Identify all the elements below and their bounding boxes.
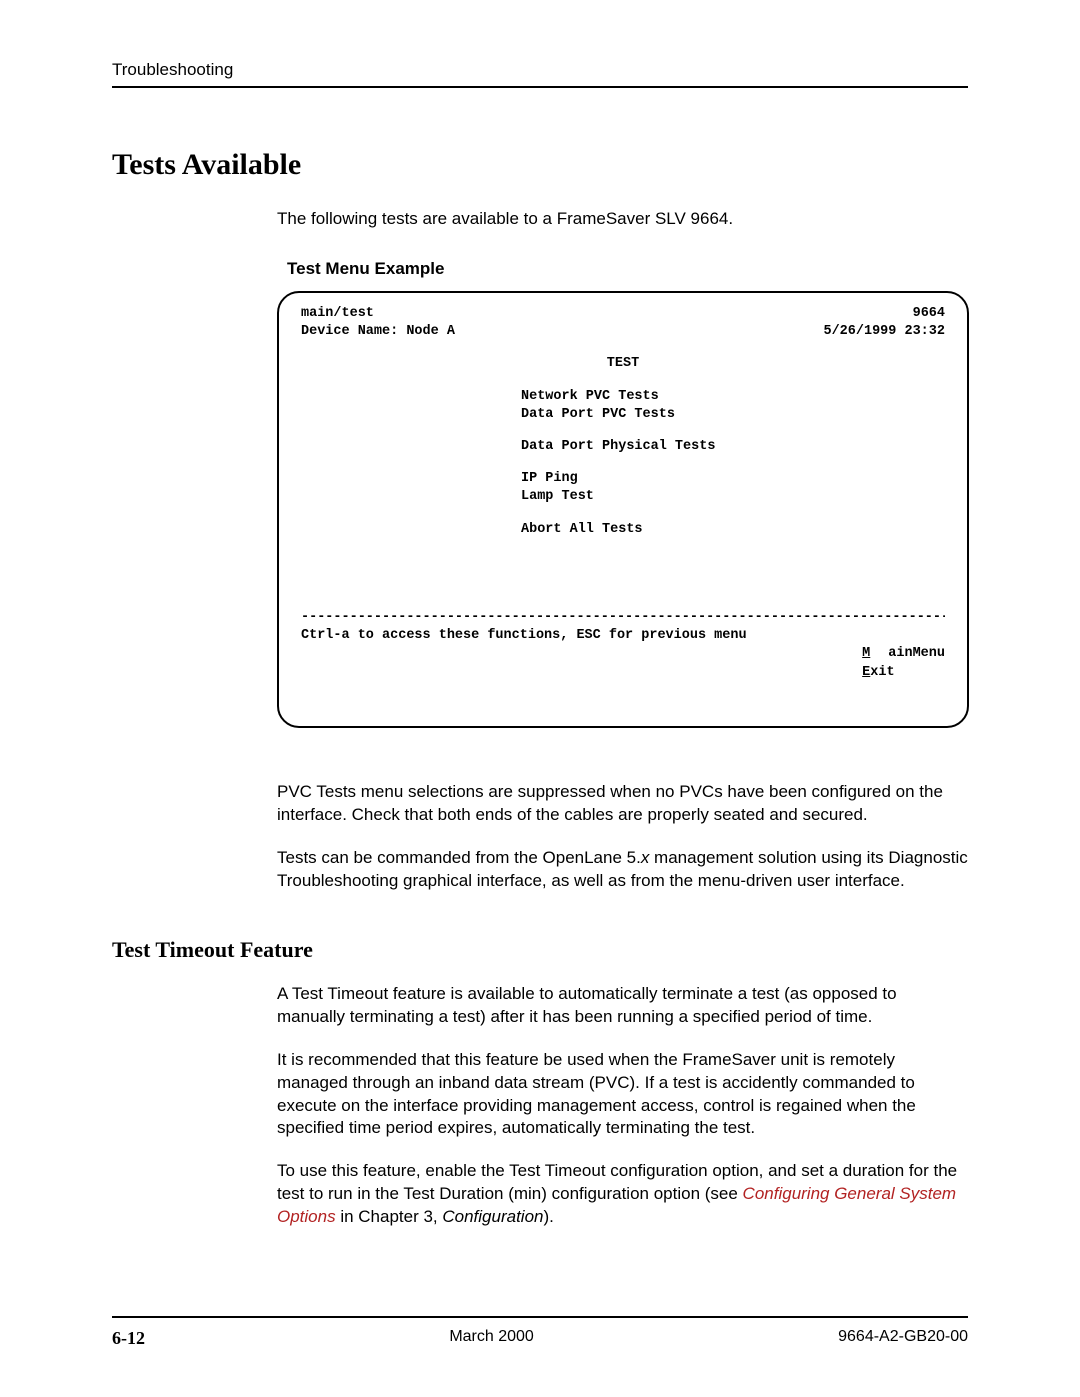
terminal-menu-item: IP Ping [301, 470, 945, 488]
terminal-mainmenu-option: MainMenu [862, 646, 945, 661]
terminal-screen: main/test 9664 Device Name: Node A 5/26/… [277, 291, 969, 728]
terminal-model: 9664 [913, 305, 945, 323]
terminal-menu-item: Data Port PVC Tests [301, 406, 945, 424]
terminal-divider: ----------------------------------------… [301, 609, 945, 627]
running-header: Troubleshooting [112, 60, 968, 88]
terminal-path: main/test [301, 305, 374, 323]
body-paragraph: Tests can be commanded from the OpenLane… [277, 847, 968, 893]
terminal-menu-item: Network PVC Tests [301, 388, 945, 406]
terminal-exit-option: Exit [862, 665, 894, 680]
body-paragraph: To use this feature, enable the Test Tim… [277, 1160, 968, 1229]
page-title: Tests Available [112, 148, 968, 182]
terminal-menu-item: Data Port Physical Tests [301, 438, 945, 456]
terminal-help: Ctrl-a to access these functions, ESC fo… [301, 627, 747, 700]
body-paragraph: A Test Timeout feature is available to a… [277, 983, 968, 1029]
section-heading: Test Timeout Feature [112, 937, 968, 963]
page-footer: 6-12 March 2000 9664-A2-GB20-00 [112, 1316, 968, 1349]
body-paragraph: It is recommended that this feature be u… [277, 1049, 968, 1141]
body-paragraph: PVC Tests menu selections are suppressed… [277, 781, 968, 827]
terminal-title: TEST [301, 355, 945, 373]
document-number: 9664-A2-GB20-00 [838, 1328, 968, 1349]
footer-date: March 2000 [449, 1328, 534, 1349]
example-heading: Test Menu Example [287, 259, 968, 279]
terminal-menu-item: Lamp Test [301, 488, 945, 506]
page-number: 6-12 [112, 1328, 145, 1349]
terminal-menu-item: Abort All Tests [301, 521, 945, 539]
terminal-device: Device Name: Node A [301, 323, 455, 341]
terminal-timestamp: 5/26/1999 23:32 [823, 323, 945, 341]
intro-paragraph: The following tests are available to a F… [277, 208, 968, 231]
